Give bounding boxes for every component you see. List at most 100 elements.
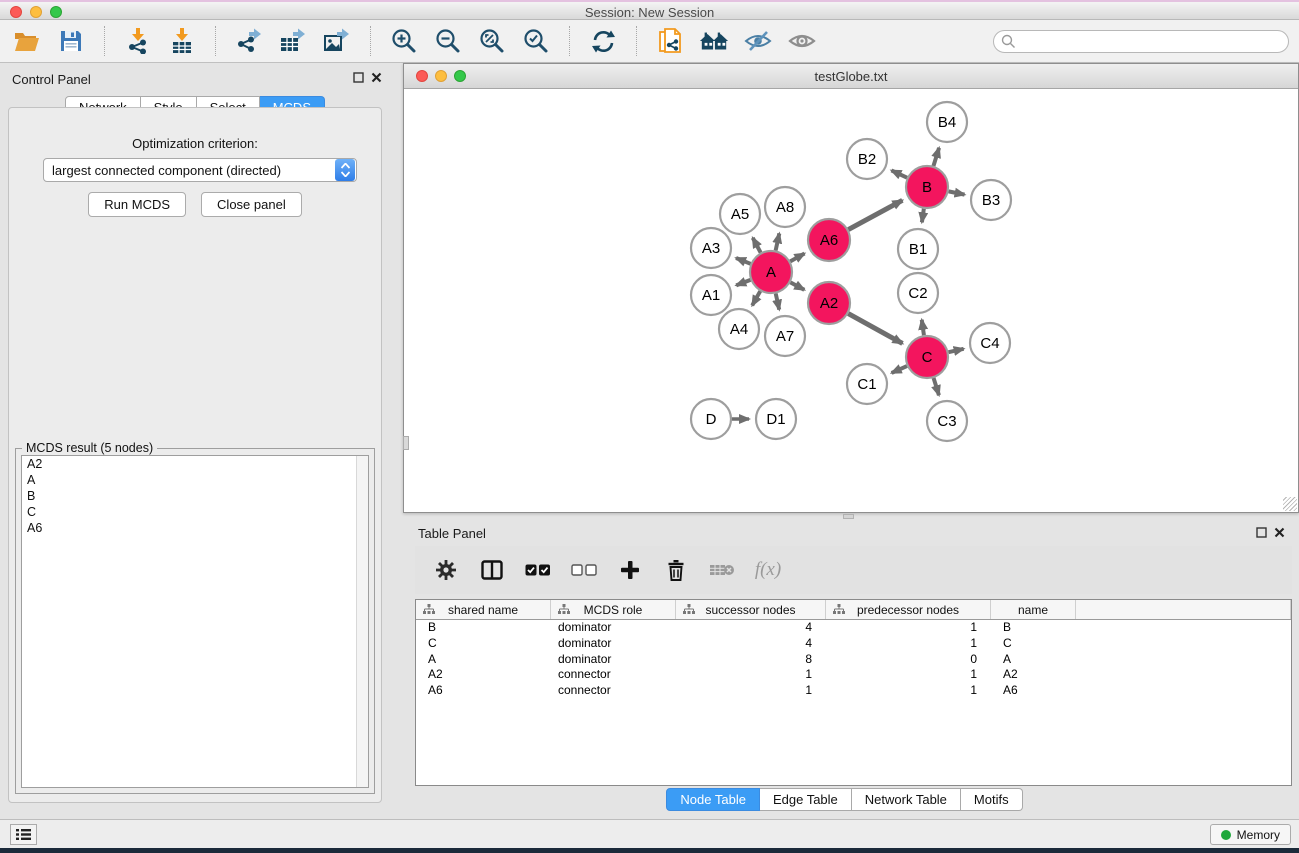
graph-node-A7[interactable]: A7: [765, 316, 805, 356]
window-resize-grip[interactable]: [1283, 497, 1297, 511]
graph-edge-A-A3[interactable]: [736, 258, 751, 264]
network-canvas[interactable]: B4 B2 B B3 B1 A5A8A6 A3 A A1 A2 C2 A4A7 C4 C C1 C3 D D1: [404, 90, 1298, 512]
float-panel-icon[interactable]: [353, 72, 364, 83]
graph-edge-A-A2[interactable]: [790, 282, 804, 289]
mcds-result-item[interactable]: A2: [22, 456, 368, 472]
zoom-selected-button[interactable]: [521, 26, 551, 56]
show-graphics-details-button[interactable]: [787, 26, 817, 56]
graph-node-A6[interactable]: A6: [808, 219, 850, 261]
export-table-button[interactable]: [278, 26, 308, 56]
refresh-button[interactable]: [588, 26, 618, 56]
zoom-out-button[interactable]: [433, 26, 463, 56]
graph-node-A5[interactable]: A5: [720, 194, 760, 234]
table-row[interactable]: Cdominator41C: [416, 636, 1291, 652]
graph-edge-B-B4[interactable]: [933, 148, 939, 166]
graph-node-C[interactable]: C: [906, 336, 948, 378]
import-network-button[interactable]: [123, 26, 153, 56]
export-image-button[interactable]: [322, 26, 352, 56]
zoom-in-button[interactable]: [389, 26, 419, 56]
zoom-fit-button[interactable]: [477, 26, 507, 56]
column-header-predecessor-nodes[interactable]: predecessor nodes: [826, 600, 991, 619]
split-pane-handle[interactable]: [403, 436, 409, 450]
graph-node-A2[interactable]: A2: [808, 282, 850, 324]
graph-node-C3[interactable]: C3: [927, 401, 967, 441]
graph-edge-A-A7[interactable]: [776, 293, 780, 309]
criterion-dropdown[interactable]: largest connected component (directed): [43, 158, 357, 182]
task-history-button[interactable]: [10, 824, 37, 845]
graph-node-A3[interactable]: A3: [691, 228, 731, 268]
close-panel-icon[interactable]: [371, 72, 382, 83]
save-session-button[interactable]: [56, 26, 86, 56]
column-header-successor-nodes[interactable]: successor nodes: [676, 600, 826, 619]
delete-table-icon[interactable]: [705, 554, 739, 586]
delete-column-icon[interactable]: [659, 554, 693, 586]
add-column-icon[interactable]: [613, 554, 647, 586]
graph-node-B1[interactable]: B1: [898, 229, 938, 269]
search-field[interactable]: [993, 30, 1289, 53]
graph-edge-B-B2[interactable]: [891, 170, 907, 177]
graph-edge-A6-B[interactable]: [848, 200, 902, 229]
home-button[interactable]: [699, 26, 729, 56]
column-header-name[interactable]: name: [991, 600, 1076, 619]
table-row[interactable]: Bdominator41B: [416, 620, 1291, 636]
graph-edge-C-C2[interactable]: [922, 320, 924, 335]
graph-edge-A2-C[interactable]: [848, 314, 902, 344]
graph-edge-A-A6[interactable]: [790, 254, 804, 262]
function-builder-icon[interactable]: f(x): [751, 554, 785, 586]
graph-node-D[interactable]: D: [691, 399, 731, 439]
graph-node-A4[interactable]: A4: [719, 309, 759, 349]
deselect-all-columns-icon[interactable]: [567, 554, 601, 586]
run-mcds-button[interactable]: Run MCDS: [88, 192, 186, 217]
result-scrollbar[interactable]: [356, 456, 368, 787]
mcds-result-item[interactable]: A: [22, 472, 368, 488]
tab-edge-table[interactable]: Edge Table: [760, 788, 852, 811]
mcds-result-item[interactable]: A6: [22, 520, 368, 536]
network-window-titlebar[interactable]: testGlobe.txt: [404, 64, 1298, 89]
graph-edge-C-C1[interactable]: [892, 366, 907, 373]
graph-edge-A-A5[interactable]: [753, 238, 761, 253]
graph-node-C2[interactable]: C2: [898, 273, 938, 313]
tab-network-table[interactable]: Network Table: [852, 788, 961, 811]
tab-motifs[interactable]: Motifs: [961, 788, 1023, 811]
open-session-button[interactable]: [12, 26, 42, 56]
graph-edge-B-B3[interactable]: [949, 191, 965, 194]
graph-node-D1[interactable]: D1: [756, 399, 796, 439]
mcds-result-item[interactable]: C: [22, 504, 368, 520]
graph-edge-C-C3[interactable]: [934, 378, 939, 395]
graph-edge-A-A8[interactable]: [776, 233, 780, 250]
graph-node-C4[interactable]: C4: [970, 323, 1010, 363]
column-header-MCDS-role[interactable]: MCDS role: [551, 600, 676, 619]
graph-node-B3[interactable]: B3: [971, 180, 1011, 220]
tab-node-table[interactable]: Node Table: [666, 788, 760, 811]
horizontal-split-handle[interactable]: [843, 514, 854, 519]
graph-node-A1[interactable]: A1: [691, 275, 731, 315]
graph-node-B4[interactable]: B4: [927, 102, 967, 142]
graph-edge-C-C4[interactable]: [948, 349, 963, 352]
mcds-result-item[interactable]: B: [22, 488, 368, 504]
close-panel-button[interactable]: Close panel: [201, 192, 302, 217]
graph-edge-B-B1[interactable]: [922, 209, 924, 223]
search-input[interactable]: [1021, 34, 1288, 48]
hide-graphics-details-button[interactable]: [743, 26, 773, 56]
table-row[interactable]: Adominator80A: [416, 652, 1291, 668]
table-row[interactable]: A6connector11A6: [416, 683, 1291, 699]
float-panel-icon[interactable]: [1256, 527, 1267, 538]
duplicate-network-button[interactable]: [655, 26, 685, 56]
memory-button[interactable]: Memory: [1210, 824, 1291, 845]
graph-edge-A-A4[interactable]: [752, 291, 760, 305]
column-header-shared-name[interactable]: shared name: [416, 600, 551, 619]
table-options-gear-icon[interactable]: [429, 554, 463, 586]
graph-node-C1[interactable]: C1: [847, 364, 887, 404]
select-all-columns-icon[interactable]: [521, 554, 555, 586]
graph-node-B2[interactable]: B2: [847, 139, 887, 179]
graph-node-B[interactable]: B: [906, 166, 948, 208]
split-view-icon[interactable]: [475, 554, 509, 586]
graph-node-A8[interactable]: A8: [765, 187, 805, 227]
close-panel-icon[interactable]: [1274, 527, 1285, 538]
graph-node-A[interactable]: A: [750, 251, 792, 293]
toolbar-separator: [569, 26, 570, 56]
import-table-button[interactable]: [167, 26, 197, 56]
table-row[interactable]: A2connector11A2: [416, 667, 1291, 683]
graph-edge-A-A1[interactable]: [736, 280, 750, 285]
export-network-button[interactable]: [234, 26, 264, 56]
